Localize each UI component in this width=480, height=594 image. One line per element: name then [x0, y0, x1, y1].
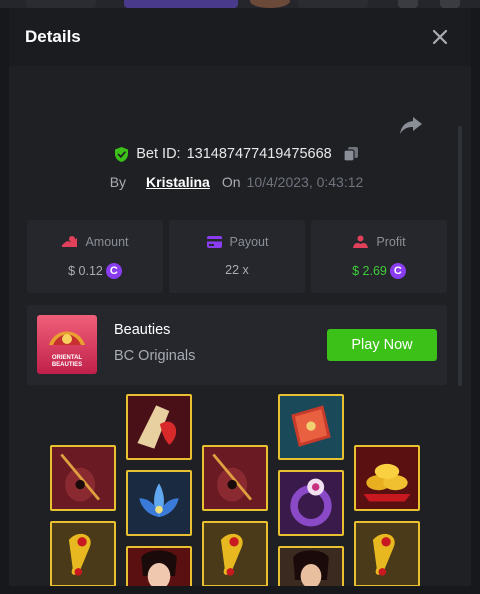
wallet-button[interactable]: [124, 0, 238, 8]
amount-card: Amount $ 0.12 C: [27, 220, 163, 293]
slot-symbol-gold-ruyi: [202, 521, 268, 586]
bet-user-link[interactable]: Kristalina: [146, 174, 210, 190]
scrollbar[interactable]: [458, 126, 462, 386]
profit-card: Profit $ 2.69 C: [311, 220, 447, 293]
menu-icon[interactable]: [398, 0, 418, 8]
on-label: On: [221, 174, 241, 190]
amount-value: $ 0.12: [68, 264, 103, 278]
currency-coin-icon: C: [105, 263, 122, 279]
currency-selector[interactable]: [26, 0, 96, 8]
payout-card-icon: [206, 236, 222, 248]
slot-symbol-gold-ingots: [354, 445, 420, 511]
slot-symbol-gold-ruyi: [354, 521, 420, 586]
game-thumbnail[interactable]: ORIENTAL BEAUTIES: [37, 315, 97, 374]
game-name[interactable]: Beauties: [114, 322, 170, 338]
bet-stats: Amount $ 0.12 C Payout 22 x Profit $ 2.6…: [27, 220, 447, 293]
modal-header: Details: [9, 8, 471, 66]
profit-icon: [353, 235, 369, 248]
amount-label: Amount: [85, 235, 129, 249]
slot-symbol-pipa: [50, 445, 116, 511]
slot-symbol-bracelet: [278, 470, 344, 536]
notification-icon[interactable]: [440, 0, 460, 8]
modal-title: Details: [25, 27, 81, 46]
payout-value: 22 x: [225, 263, 249, 277]
currency-coin-icon: C: [389, 263, 406, 279]
game-provider: BC Originals: [114, 348, 196, 364]
payout-card: Payout 22 x: [169, 220, 305, 293]
bet-date: 10/4/2023, 0:43:12: [246, 174, 364, 190]
payout-label: Payout: [229, 235, 269, 249]
amount-icon: [62, 236, 78, 247]
bet-id-value: 131487477419475668: [186, 146, 332, 162]
shield-check-icon: [115, 146, 129, 162]
modal-body[interactable]: Bet ID: 131487477419475668 By Kristalina…: [9, 66, 464, 586]
details-modal: Details Bet ID: 131487477419475668 By Kr…: [9, 8, 471, 586]
share-icon[interactable]: [398, 112, 424, 138]
slot-symbol-beauty-red: [126, 546, 192, 586]
svg-text:BEAUTIES: BEAUTIES: [52, 362, 82, 368]
username-chip[interactable]: [298, 0, 368, 8]
bet-meta-row: By Kristalina On 10/4/2023, 0:43:12: [9, 174, 464, 190]
bet-id-row: Bet ID: 131487477419475668: [9, 145, 464, 163]
play-now-button[interactable]: Play Now: [327, 329, 437, 361]
profit-value: $ 2.69: [352, 264, 387, 278]
slot-symbol-pipa: [202, 445, 268, 511]
bet-id-label: Bet ID:: [136, 146, 181, 162]
slot-symbol-lotus: [126, 470, 192, 536]
slot-symbol-scroll-book: [278, 394, 344, 460]
by-label: By: [109, 174, 127, 190]
copy-icon[interactable]: [342, 145, 360, 163]
profit-label: Profit: [376, 235, 406, 249]
svg-text:ORIENTAL: ORIENTAL: [52, 355, 83, 361]
close-icon[interactable]: [429, 26, 451, 48]
slot-symbol-beauty-dark: [278, 546, 344, 586]
avatar[interactable]: [250, 0, 290, 8]
slot-symbol-gold-ruyi: [50, 521, 116, 586]
slot-result-grid: [9, 394, 464, 586]
slot-symbol-fan: [126, 394, 192, 460]
app-topbar: [0, 0, 480, 8]
game-card: ORIENTAL BEAUTIES Beauties BC Originals …: [27, 305, 447, 385]
